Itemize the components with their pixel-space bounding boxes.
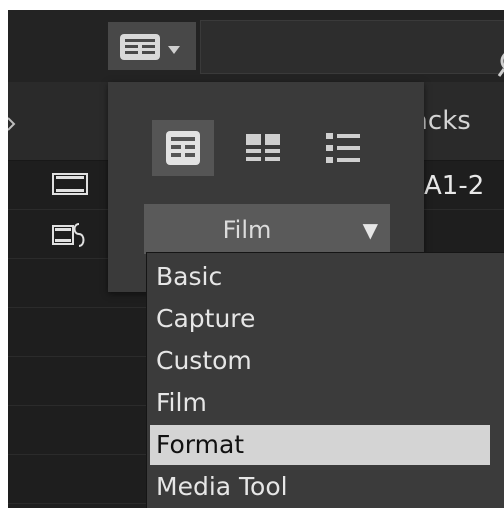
menu-item-format[interactable]: Format [150, 425, 490, 465]
linked-clip-icon [52, 223, 85, 247]
film-strip-icon [52, 173, 88, 195]
chevron-icon[interactable] [8, 108, 16, 138]
column-set-selected: Film [222, 216, 272, 244]
search-input[interactable] [200, 20, 504, 77]
view-mode-button[interactable] [108, 22, 196, 70]
script-view-icon [246, 134, 280, 161]
tracks-value: A1-2 [424, 171, 485, 201]
menu-item-basic[interactable]: Basic [150, 257, 490, 297]
list-view-button[interactable] [312, 120, 374, 176]
column-set-select[interactable]: Film ▼ [144, 204, 390, 254]
search-icon[interactable] [497, 49, 504, 79]
frame-view-button[interactable] [152, 120, 214, 176]
menu-item-film[interactable]: Film [150, 383, 490, 423]
app-window: acks A1-2 Film ▼ Basic Capture Custom Fi… [8, 10, 504, 508]
top-toolbar [8, 10, 504, 82]
script-view-button[interactable] [232, 120, 294, 176]
frame-view-icon [166, 131, 200, 165]
menu-item-capture[interactable]: Capture [150, 299, 490, 339]
menu-item-media-tool[interactable]: Media Tool [150, 467, 490, 507]
column-set-menu: Basic Capture Custom Film Format Media T… [146, 252, 504, 508]
dropdown-arrow-icon: ▼ [362, 218, 378, 242]
menu-item-custom[interactable]: Custom [150, 341, 490, 381]
grid-view-icon [120, 34, 160, 60]
chevron-down-icon [168, 46, 180, 54]
list-view-icon [326, 133, 360, 163]
